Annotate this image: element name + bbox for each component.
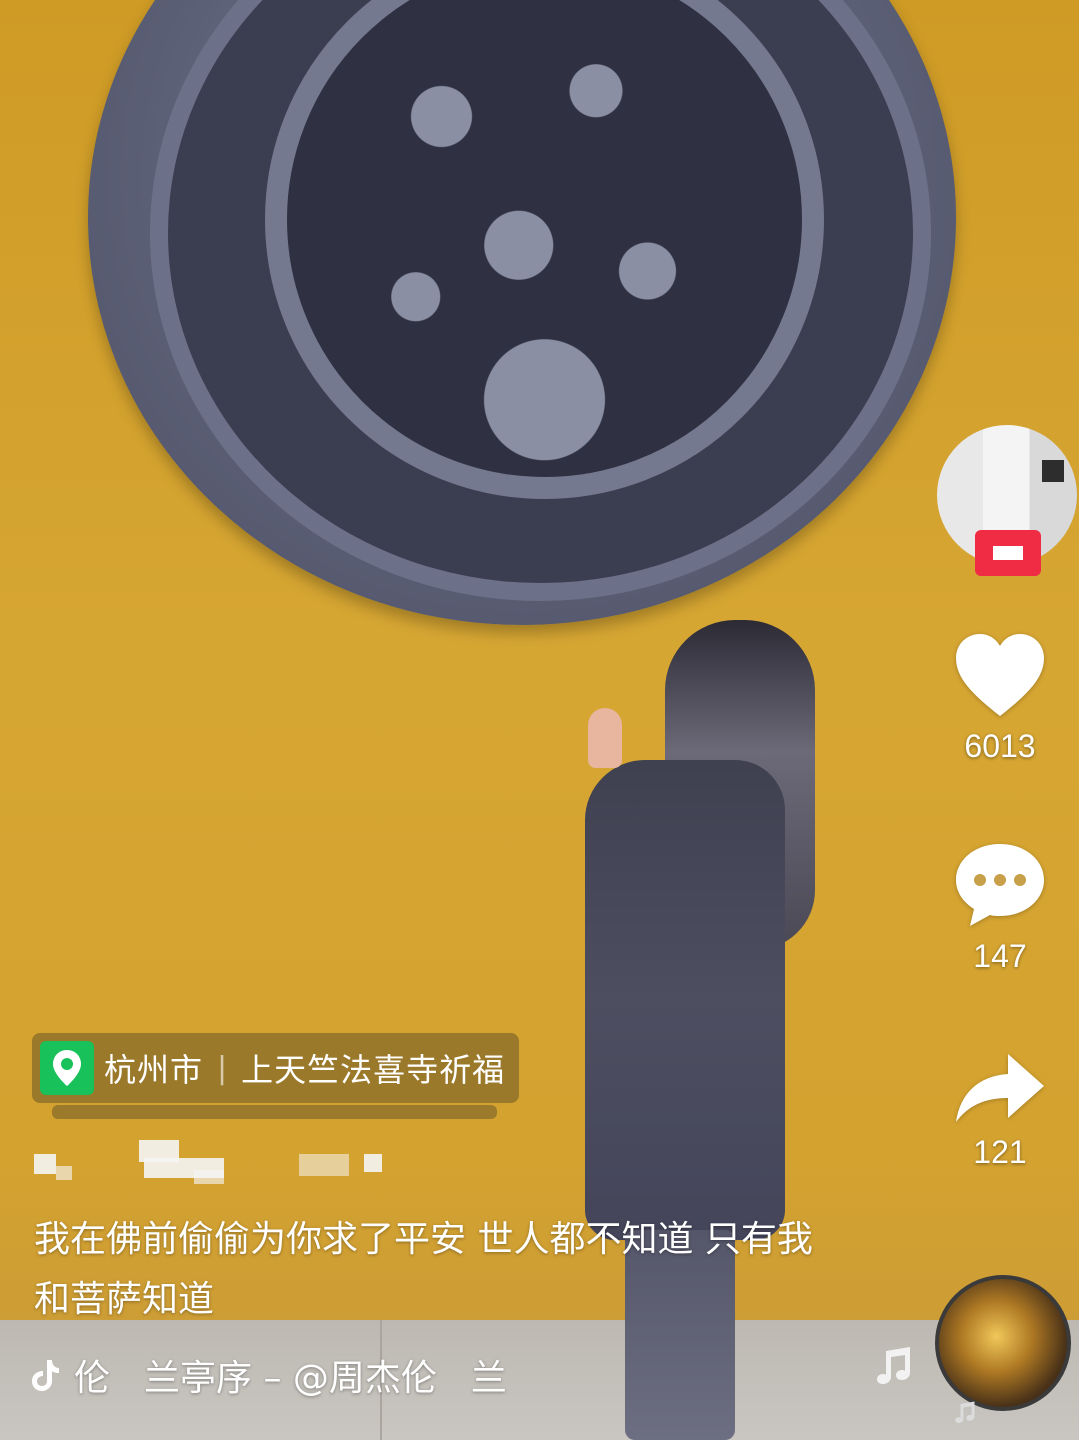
music-info[interactable]: 伦 兰亭序 – @周杰伦 兰: [30, 1350, 507, 1400]
follow-button[interactable]: [975, 530, 1041, 576]
music-text-left: 伦: [74, 1358, 111, 1399]
music-disc[interactable]: [935, 1275, 1071, 1411]
location-divider: |: [217, 1050, 228, 1086]
location-tag[interactable]: 杭州市 | 上天竺法喜寺祈福: [32, 1033, 520, 1103]
share-button[interactable]: 121: [940, 1050, 1060, 1171]
music-text-right: 兰: [470, 1358, 507, 1399]
praying-hands: [588, 708, 622, 768]
share-count: 121: [973, 1134, 1027, 1170]
small-music-note-icon: [955, 1401, 975, 1424]
music-note-icon: [877, 1347, 910, 1384]
location-tag-shadow: [52, 1105, 497, 1119]
tiktok-logo-icon: [32, 1360, 59, 1391]
location-city: 杭州市: [104, 1051, 204, 1089]
like-button[interactable]: 6013: [940, 632, 1060, 765]
comment-button[interactable]: 147: [940, 840, 1060, 975]
location-place: 上天竺法喜寺祈福: [241, 1051, 506, 1089]
music-text-main: 兰亭序 – @周杰伦: [144, 1358, 437, 1399]
person-coat: [585, 760, 785, 1240]
like-count: 6013: [964, 728, 1036, 764]
share-arrow-icon: [956, 1054, 1044, 1122]
username-redacted[interactable]: [34, 1140, 394, 1190]
avatar-pixel: [1042, 460, 1064, 482]
heart-icon: [956, 634, 1044, 716]
location-pin-icon: [40, 1041, 94, 1095]
video-caption: 我在佛前偷偷为你求了平安 世人都不知道 只有我和菩萨知道: [34, 1219, 813, 1320]
comment-count: 147: [973, 938, 1027, 974]
comment-bubble-icon: [956, 844, 1044, 926]
